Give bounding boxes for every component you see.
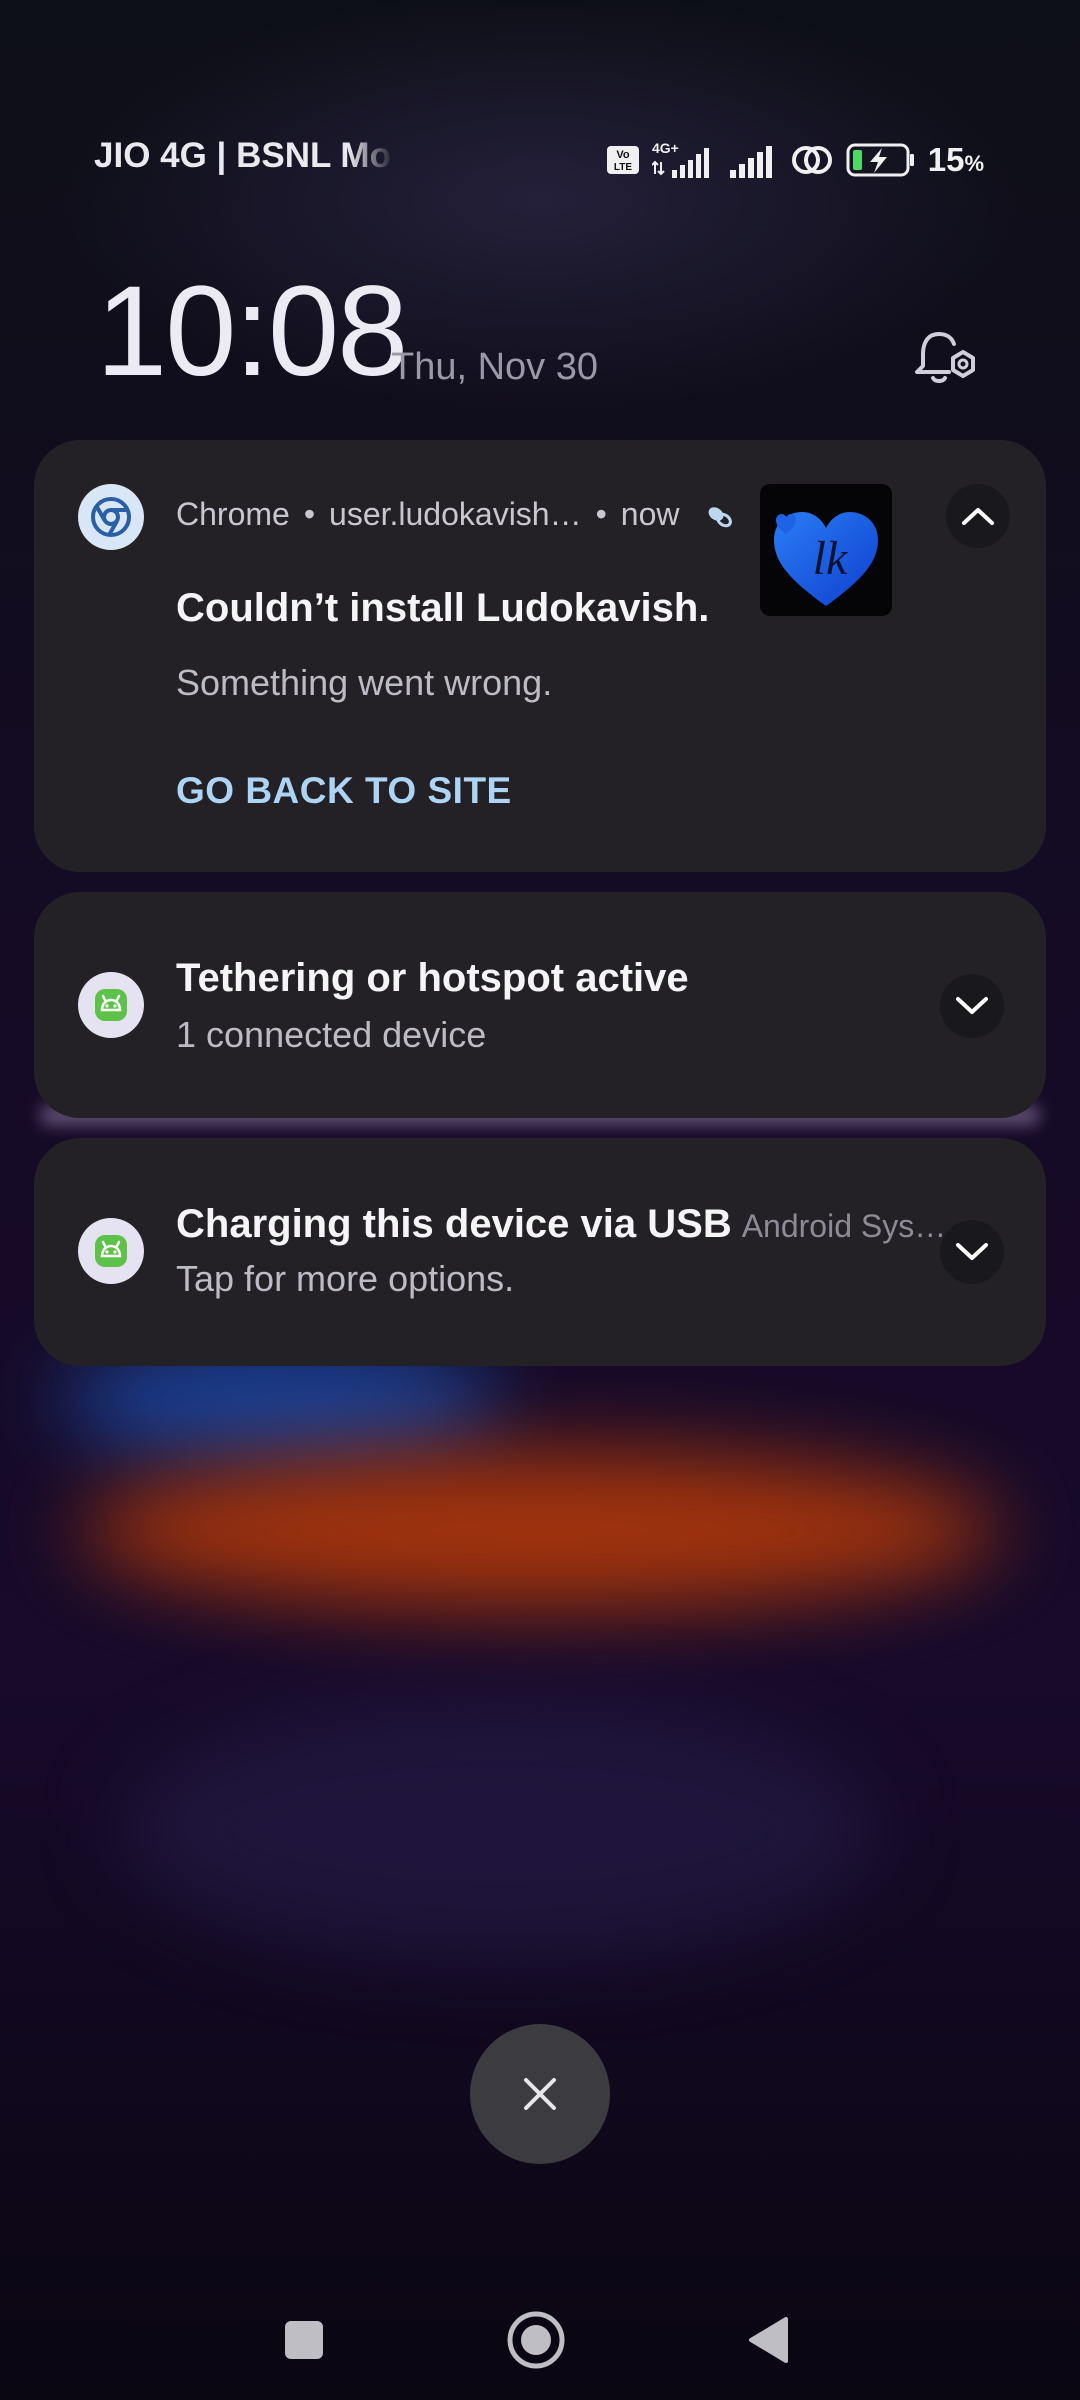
hotspot-icon	[791, 146, 832, 174]
signal-icon: 4G+	[651, 140, 709, 178]
notification-source: user.ludokavish…	[329, 496, 582, 532]
battery-charging-icon	[846, 143, 914, 177]
lockscreen-clock-row: 10:08 Thu, Nov 30	[96, 262, 996, 402]
notification-thumbnail: lk	[760, 484, 892, 616]
navigation-bar	[0, 2280, 1080, 2390]
notification-title: Couldn’t install Ludokavish.	[176, 586, 710, 630]
home-button[interactable]	[496, 2300, 576, 2380]
battery-percent: 15%	[927, 141, 984, 178]
notification-title: Tethering or hotspot active	[176, 956, 689, 1000]
android-icon	[78, 972, 144, 1038]
expand-button[interactable]	[940, 974, 1004, 1038]
date: Thu, Nov 30	[391, 346, 598, 388]
thumbnail-text: lk	[813, 532, 849, 585]
status-icons: Vo LTE 4G+ 15%	[606, 138, 984, 182]
volte-icon: Vo LTE	[606, 146, 639, 174]
notification-chrome[interactable]: Chrome • user.ludokavish… • now Couldn’t ins…	[34, 440, 1046, 872]
signal-icon	[729, 146, 772, 178]
carrier-label: JIO 4G | BSNL Mobile	[94, 136, 394, 175]
notification-meta: Chrome • user.ludokavish… • now	[176, 496, 734, 533]
expand-button[interactable]	[940, 1220, 1004, 1284]
chevron-down-icon	[956, 997, 988, 1014]
notification-text: 1 connected device	[176, 1014, 487, 1055]
square-icon	[285, 2321, 323, 2359]
notification-time: now	[620, 496, 680, 532]
android-icon	[78, 1218, 144, 1284]
svg-text:Vo: Vo	[616, 149, 630, 161]
back-button[interactable]	[728, 2300, 808, 2380]
go-back-to-site-button[interactable]: GO BACK TO SITE	[176, 770, 512, 812]
svg-text:LTE: LTE	[614, 162, 632, 173]
notification-tethering[interactable]: Tethering or hotspot active 1 connected …	[34, 892, 1046, 1118]
clock: 10:08	[96, 260, 408, 403]
back-triangle-icon	[749, 2317, 788, 2363]
chevron-up-icon	[962, 508, 994, 525]
chevron-down-icon	[956, 1243, 988, 1260]
chrome-icon	[78, 484, 144, 550]
clear-all-button[interactable]	[470, 2024, 610, 2164]
notification-text: Something went wrong.	[176, 662, 553, 703]
wallpaper-blur-orange	[80, 1450, 1000, 1610]
notification-app-label: Android Sys…	[741, 1208, 947, 1244]
status-bar: JIO 4G | BSNL Mobile Vo LTE 4G+	[0, 0, 1080, 178]
recents-button[interactable]	[264, 2300, 344, 2380]
notification-title: Charging this device via USB Android Sys…	[176, 1202, 946, 1247]
home-circle-icon	[507, 2311, 565, 2369]
notification-title-text: Charging this device via USB	[176, 1202, 732, 1246]
svg-text:4G+: 4G+	[652, 140, 679, 156]
collapse-button[interactable]	[946, 484, 1010, 548]
wallpaper-blur-purple	[120, 1700, 880, 1960]
link-icon	[708, 506, 733, 527]
app-name: Chrome	[176, 496, 290, 532]
notification-text: Tap for more options.	[176, 1258, 515, 1299]
close-icon	[524, 2078, 556, 2110]
notification-settings-icon[interactable]	[911, 322, 981, 392]
notification-usb-charging[interactable]: Charging this device via USB Android Sys……	[34, 1138, 1046, 1366]
